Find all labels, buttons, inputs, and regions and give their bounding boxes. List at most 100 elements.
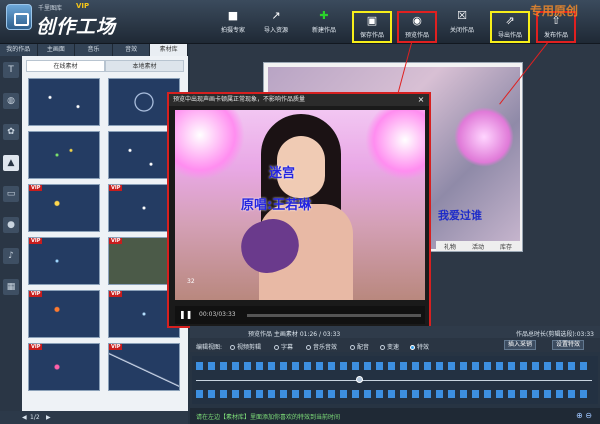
option-subtitle[interactable]: 字幕 (274, 342, 293, 351)
option-video-cut[interactable]: 视频剪辑 (230, 342, 261, 351)
close-icon: ☒ (457, 9, 467, 22)
edit-view-bar: 编辑视图: 视频剪辑 字幕 音乐音效 配音 变速 特效 插入采销 设置特效 (190, 338, 600, 352)
effect-thumbnail[interactable]: VIP (28, 290, 100, 338)
playhead-handle[interactable] (356, 376, 363, 383)
vip-badge: VIP (109, 344, 123, 350)
pager: ◀ 1/2 ▶ (22, 411, 188, 424)
status-bar: 请在左边【素材库】里面添加你喜欢的特效到当前时间 ⊕ ⊖ (190, 408, 600, 424)
effect-thumbnail[interactable]: VIP (28, 343, 100, 391)
vip-badge: VIP (109, 185, 123, 191)
image-icon[interactable]: ▲ (3, 155, 19, 171)
stage-light (175, 110, 245, 180)
pause-icon[interactable]: ❚❚ (179, 310, 192, 320)
music-note-icon[interactable]: ♪ (3, 248, 19, 264)
shoot-button-label: 拍摄专家 (220, 27, 245, 34)
timeline-current: 预览作品 主画素材 01:26 / 03:33 (248, 331, 341, 338)
tab-local-assets[interactable]: 本地素材 (105, 60, 184, 72)
page-indicator: 1/2 (30, 414, 40, 421)
frame-icon[interactable]: ▭ (3, 186, 19, 202)
effect-thumbnail[interactable] (28, 131, 100, 179)
option-dubbing[interactable]: 配音 (350, 342, 369, 351)
effect-thumbnail[interactable]: VIP (108, 343, 180, 391)
app-window: 千里图库 VIP 创作工场 ■ 拍摄专家 ↗ 导入资源 ✚ 新建作品 ▣ 保存作… (0, 0, 600, 424)
tab-main-screen[interactable]: 主画面 (37, 44, 76, 56)
effect-settings-button[interactable]: 设置特效 (552, 340, 585, 350)
canvas-menu: 礼物 活动 库存 (436, 241, 520, 251)
playback-time: 00:03/03:33 (199, 311, 236, 318)
tab-online-assets[interactable]: 在线素材 (26, 60, 105, 72)
seek-bar[interactable] (247, 314, 421, 317)
status-text: 请在左边【素材库】里面添加你喜欢的特效到当前时间 (196, 414, 341, 421)
vip-badge: VIP (109, 238, 123, 244)
preview-button[interactable]: ◉ 预览作品 (397, 11, 437, 43)
close-work-button[interactable]: ☒ 关闭作品 (442, 8, 482, 42)
option-effects[interactable]: 特效 (410, 342, 429, 351)
new-button[interactable]: ✚ 新建作品 (304, 8, 344, 42)
resource-tabs: 我的作品 主画面 音乐 音效 素材库 (0, 44, 188, 56)
export-button[interactable]: ⇗ 导出作品 (490, 11, 530, 43)
new-button-label: 新建作品 (311, 27, 336, 34)
preview-dialog-title: 预览中出现声画卡顿属正常现象，不影响作品质量 (169, 94, 429, 106)
edit-view-label: 编辑视图: (196, 344, 223, 351)
singer-credit: 原唱:王若琳 (241, 198, 312, 213)
tab-library[interactable]: 素材库 (150, 44, 188, 56)
stage-light (365, 110, 425, 180)
vip-badge: VIP (29, 344, 43, 350)
save-button-label: 保存作品 (359, 32, 384, 39)
canvas-menu-item: 活动 (471, 243, 484, 251)
effects-track[interactable] (192, 356, 598, 404)
import-button[interactable]: ↗ 导入资源 (256, 8, 296, 42)
app-title: 创作工场 (36, 16, 117, 38)
option-speed[interactable]: 变速 (380, 342, 399, 351)
tab-music[interactable]: 音乐 (75, 44, 113, 56)
vip-badge: VIP (109, 291, 123, 297)
picture-icon[interactable]: ▦ (3, 279, 19, 295)
category-sidebar: T ◍ ✿ ▲ ▭ ● ♪ ▦ (0, 56, 22, 411)
timeline-ruler (196, 380, 592, 381)
close-icon[interactable]: × (416, 94, 426, 106)
header-bar: 千里图库 VIP 创作工场 ■ 拍摄专家 ↗ 导入资源 ✚ 新建作品 ▣ 保存作… (0, 0, 600, 44)
tab-sound-effects[interactable]: 音效 (112, 44, 151, 56)
save-icon: ▣ (366, 14, 378, 27)
zoom-icons[interactable]: ⊕ ⊖ (576, 411, 592, 420)
song-title: 迷宫 (269, 166, 296, 181)
app-subtitle: 千里图库 (38, 5, 63, 12)
vip-badge: VIP (29, 238, 43, 244)
effect-thumbnail[interactable]: VIP (28, 237, 100, 285)
canvas-menu-item: 礼物 (443, 243, 456, 251)
brand-watermark: 专用原创 (530, 4, 579, 18)
zoom-icon[interactable]: ◍ (3, 93, 19, 109)
camera-icon: ■ (227, 9, 239, 22)
option-music[interactable]: 音乐音效 (306, 342, 337, 351)
canvas-menu-item: 库存 (499, 243, 512, 251)
canvas-glow (454, 107, 514, 167)
track-strip (196, 362, 592, 370)
shoot-button[interactable]: ■ 拍摄专家 (213, 8, 253, 42)
text-icon[interactable]: T (3, 62, 19, 78)
plus-icon: ✚ (319, 9, 329, 22)
video-frame: 迷宫 原唱:王若琳 32 (175, 110, 425, 300)
export-button-label: 导出作品 (497, 32, 522, 39)
eye-icon: ◉ (412, 14, 422, 27)
library-subtabs: 在线素材 本地素材 (26, 60, 184, 72)
insert-button[interactable]: 插入采销 (504, 340, 537, 350)
vip-badge: VIP (29, 291, 43, 297)
effects-grid: VIP VIP VIP VIP VIP VIP VIP VIP (28, 78, 184, 391)
total-duration: 作品总时长(剪辑选段):03:33 (516, 331, 594, 338)
player-controls: ❚❚ 00:03/03:33 (175, 306, 425, 324)
canvas-caption: 我爱过谁 (438, 209, 482, 222)
drop-icon[interactable]: ● (3, 217, 19, 233)
app-logo-icon (6, 4, 32, 30)
library-content: 在线素材 本地素材 VIP VIP VIP VIP VIP VIP VIP VIP (22, 56, 188, 411)
flower-icon[interactable]: ✿ (3, 124, 19, 140)
prev-page-icon[interactable]: ◀ (22, 414, 27, 421)
vip-badge: VIP (76, 2, 90, 10)
effect-thumbnail[interactable]: VIP (28, 184, 100, 232)
tab-my-works[interactable]: 我的作品 (0, 44, 38, 56)
timeline-info: 预览作品 主画素材 01:26 / 03:33 作品总时长(剪辑选段):03:3… (190, 326, 600, 338)
close-work-button-label: 关闭作品 (449, 27, 474, 34)
effect-thumbnail[interactable] (28, 78, 100, 126)
preview-button-label: 预览作品 (404, 32, 429, 39)
save-button[interactable]: ▣ 保存作品 (352, 11, 392, 43)
next-page-icon[interactable]: ▶ (46, 414, 51, 421)
